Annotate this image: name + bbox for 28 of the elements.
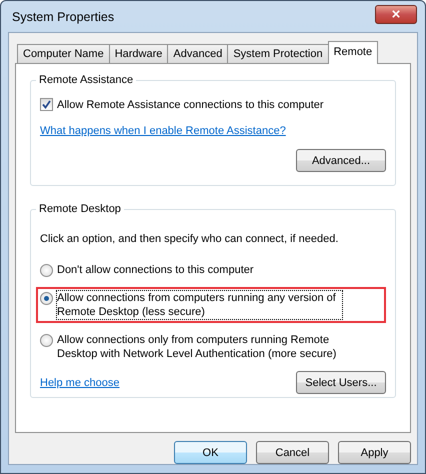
group-title: Remote Desktop xyxy=(38,203,122,215)
radio-option[interactable]: Allow connections only from computers running Remote Desktop with Network Level Authentication (more secure) xyxy=(36,329,386,365)
radio-label: Allow connections only from computers running Remote Desktop with Network Level Authentication (more secure) xyxy=(57,333,338,361)
tab[interactable]: Hardware xyxy=(108,44,168,63)
dialog-button[interactable]: OK xyxy=(174,441,247,464)
radio-button[interactable] xyxy=(40,292,53,305)
radio-option[interactable]: Don't allow connections to this computer xyxy=(36,259,386,281)
checkbox[interactable] xyxy=(40,98,53,111)
help-link[interactable]: What happens when I enable Remote Assistance? xyxy=(40,125,286,137)
close-button[interactable]: × xyxy=(375,5,417,24)
tab[interactable]: System Protection xyxy=(227,44,329,63)
radio-button[interactable] xyxy=(40,264,53,277)
tab[interactable]: Advanced xyxy=(167,44,228,63)
tab[interactable]: Remote xyxy=(328,41,378,64)
radio-label: Don't allow connections to this computer xyxy=(57,263,255,277)
dialog-button[interactable]: Apply xyxy=(338,441,411,464)
instruction-text: Click an option, and then specify who can connect, if needed. xyxy=(40,233,340,245)
radio-option[interactable]: Allow connections from computers running any version of Remote Desktop (less secure) xyxy=(36,287,386,323)
window-title: System Properties xyxy=(11,10,114,24)
tab[interactable]: Computer Name xyxy=(17,44,110,63)
radio-label: Allow connections from computers running any version of Remote Desktop (less secure) xyxy=(57,291,342,319)
advanced-button[interactable]: Advanced... xyxy=(296,149,386,172)
help-link[interactable]: Help me choose xyxy=(40,376,120,388)
dialog-button[interactable]: Cancel xyxy=(256,441,329,464)
select-users-button[interactable]: Select Users... xyxy=(296,371,386,394)
radio-button[interactable] xyxy=(40,334,53,347)
group-title: Remote Assistance xyxy=(38,74,134,86)
checkbox-label: Allow Remote Assistance connections to this computer xyxy=(57,98,324,110)
